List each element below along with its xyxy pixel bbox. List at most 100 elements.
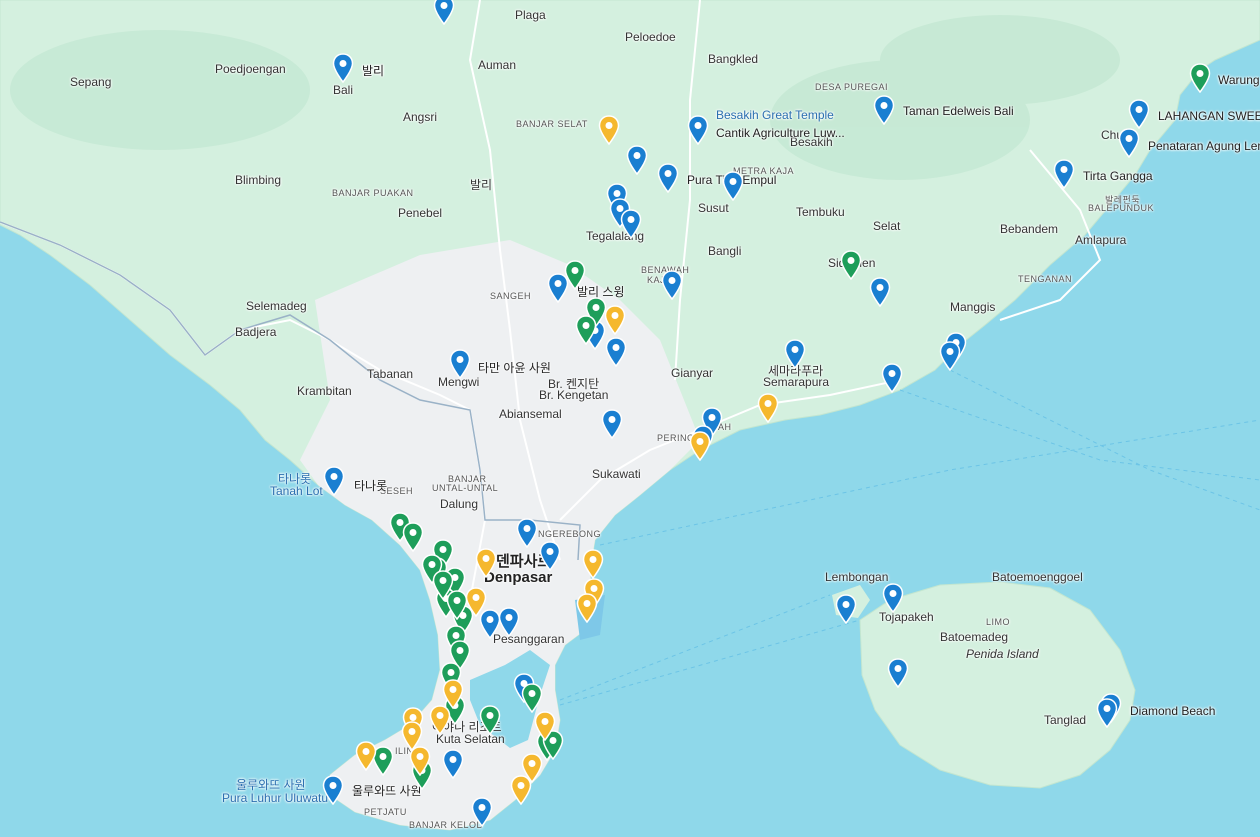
place-label: UNTAL-UNTAL [432,483,499,493]
place-label: BALEPUNDUK [1088,203,1155,213]
blue-map-pin-icon[interactable] [657,163,679,194]
map-canvas[interactable]: Plaga Peloedoe Poedjoengan Auman Bangkled Sep… [0,0,1260,837]
yellow-map-pin-icon[interactable] [534,711,556,742]
map-base [0,0,1260,837]
yellow-map-pin-icon[interactable] [582,549,604,580]
green-map-pin-icon[interactable] [840,250,862,281]
blue-map-pin-icon[interactable] [322,775,344,806]
poi-label[interactable]: 타만 아윤 사원 [478,359,551,376]
place-label: Poedjoengan [215,62,286,76]
place-label: Auman [478,58,517,72]
place-label: Krambitan [297,384,352,398]
blue-map-pin-icon[interactable] [784,339,806,370]
blue-map-pin-icon[interactable] [442,749,464,780]
place-label: Selemadeg [246,299,307,313]
place-label: Peloedoe [625,30,676,44]
place-label: SANGEH [490,291,532,301]
blue-map-pin-icon[interactable] [722,171,744,202]
blue-map-pin-icon[interactable] [1118,128,1140,159]
blue-map-pin-icon[interactable] [1096,698,1118,729]
poi-label[interactable]: Cantik Agriculture Luw... [716,126,845,140]
blue-map-pin-icon[interactable] [881,363,903,394]
place-label: Bebandem [1000,222,1059,236]
yellow-map-pin-icon[interactable] [475,548,497,579]
blue-map-pin-icon[interactable] [620,209,642,240]
blue-map-pin-icon[interactable] [601,409,623,440]
blue-map-pin-icon[interactable] [661,270,683,301]
poi-label[interactable]: LAHANGAN SWEET [1158,109,1260,123]
yellow-map-pin-icon[interactable] [521,753,543,784]
blue-map-pin-icon[interactable] [539,541,561,572]
place-label: Tabanan [367,367,414,381]
place-label: Besakih Great Temple [716,108,834,122]
place-label: Lembongan [825,570,889,584]
place-label: Abiansemal [499,407,562,421]
green-map-pin-icon[interactable] [575,315,597,346]
poi-label[interactable]: 발리 [362,62,384,79]
poi-label[interactable]: Diamond Beach [1130,704,1215,718]
poi-label[interactable]: Warung [1218,73,1260,87]
yellow-map-pin-icon[interactable] [598,115,620,146]
blue-map-pin-icon[interactable] [516,518,538,549]
place-label: Pura Luhur Uluwatu [222,791,329,805]
blue-map-pin-icon[interactable] [873,95,895,126]
green-map-pin-icon[interactable] [1189,63,1211,94]
blue-map-pin-icon[interactable] [433,0,455,26]
place-label: Amlapura [1075,233,1127,247]
green-map-pin-icon[interactable] [479,705,501,736]
poi-label[interactable]: Penataran Agung Lem [1148,139,1260,153]
blue-map-pin-icon[interactable] [323,466,345,497]
green-map-pin-icon[interactable] [402,522,424,553]
yellow-map-pin-icon[interactable] [576,593,598,624]
place-label: Sepang [70,75,112,89]
yellow-map-pin-icon[interactable] [429,705,451,736]
place-label: NGEREBONG [538,529,602,539]
blue-map-pin-icon[interactable] [1053,159,1075,190]
place-label: Penebel [398,206,443,220]
place-label: Gianyar [671,366,714,380]
blue-map-pin-icon[interactable] [605,337,627,368]
place-label: Penida Island [966,647,1039,661]
blue-map-pin-icon[interactable] [332,53,354,84]
yellow-map-pin-icon[interactable] [355,741,377,772]
blue-map-pin-icon[interactable] [1128,99,1150,130]
poi-label[interactable]: Taman Edelweis Bali [903,104,1014,118]
place-label: Batoemoenggoel [992,570,1083,584]
yellow-map-pin-icon[interactable] [465,587,487,618]
blue-map-pin-icon[interactable] [882,583,904,614]
place-label: Selat [873,219,901,233]
yellow-map-pin-icon[interactable] [442,679,464,710]
poi-label[interactable]: Tirta Gangga [1083,169,1153,183]
yellow-map-pin-icon[interactable] [757,393,779,424]
place-label: DESA PUREGAI [815,82,889,92]
blue-map-pin-icon[interactable] [471,797,493,828]
place-label: Badjera [235,325,277,339]
blue-map-pin-icon[interactable] [498,607,520,638]
place-label: Manggis [950,300,996,314]
blue-map-pin-icon[interactable] [626,145,648,176]
place-label: Tanah Lot [270,484,323,498]
place-label: Dalung [440,497,479,511]
green-map-pin-icon[interactable] [564,260,586,291]
place-label: PETJATU [364,807,407,817]
blue-map-pin-icon[interactable] [939,341,961,372]
blue-map-pin-icon[interactable] [449,349,471,380]
place-label: LIMO [986,617,1011,627]
place-label: BANJAR PUAKAN [332,188,414,198]
place-label: Blimbing [235,173,282,187]
place-label: Bangli [708,244,742,258]
place-label: Sukawati [592,467,641,481]
yellow-map-pin-icon[interactable] [604,305,626,336]
blue-map-pin-icon[interactable] [869,277,891,308]
yellow-map-pin-icon[interactable] [409,746,431,777]
poi-label[interactable]: 타나롯 [354,477,387,494]
blue-map-pin-icon[interactable] [887,658,909,689]
blue-map-pin-icon[interactable] [687,115,709,146]
yellow-map-pin-icon[interactable] [689,431,711,462]
green-map-pin-icon[interactable] [521,683,543,714]
place-label: TENGANAN [1018,274,1073,284]
place-label: Tembuku [796,205,845,219]
place-label: BANJAR SELAT [516,119,588,129]
blue-map-pin-icon[interactable] [835,594,857,625]
place-label: Susut [698,201,729,215]
